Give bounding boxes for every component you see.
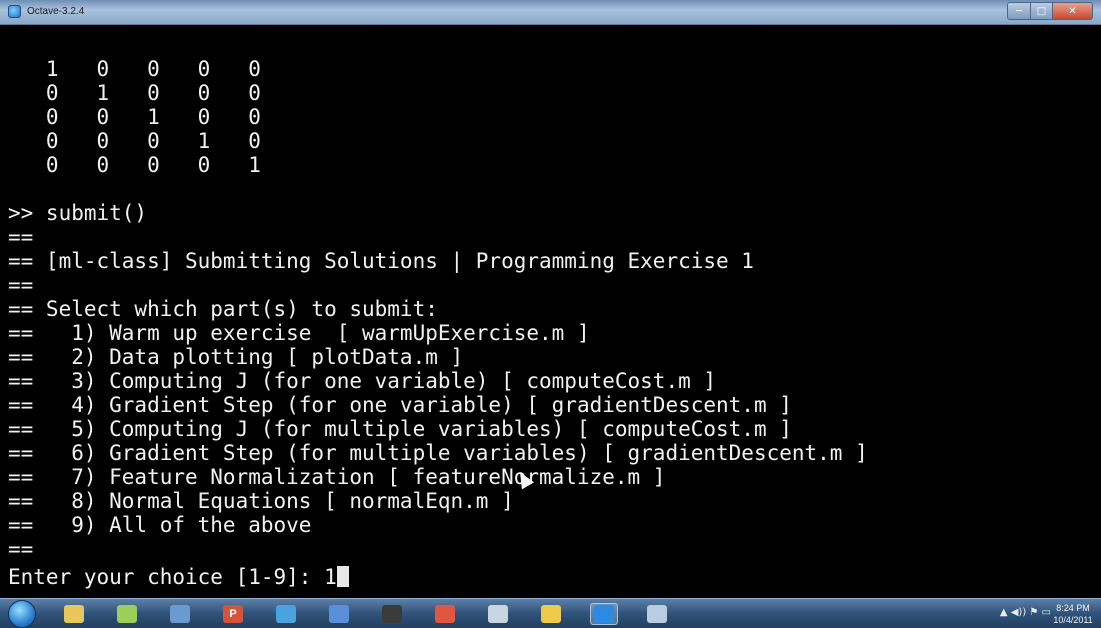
taskbar-explorer-folder-icon[interactable] [60, 603, 88, 625]
clock-time: 8:24 PM [1056, 603, 1090, 613]
powerpoint-icon: P [223, 605, 243, 623]
title-bar[interactable]: Octave-3.2.4 ─ □ ✕ [0, 0, 1101, 25]
terminal-line: == [ml-class] Submitting Solutions | Pro… [8, 249, 754, 273]
explorer-folder-icon [64, 605, 84, 623]
media-device-icon [382, 605, 402, 623]
start-button[interactable] [8, 600, 36, 628]
terminal-line: == 8) Normal Equations [ normalEqn.m ] [8, 489, 514, 513]
terminal-line: == 7) Feature Normalization [ featureNor… [8, 465, 666, 489]
terminal-line: 0 1 0 0 0 [8, 81, 261, 105]
system-tray[interactable]: ▲ ◀)) ⚑ ▭ [1000, 607, 1051, 618]
taskbar-window-icon[interactable] [643, 603, 671, 625]
minimize-button[interactable]: ─ [1007, 2, 1031, 20]
input-prompt-line: Enter your choice [1-9]: 1 [8, 565, 349, 589]
taskbar-webcam-icon[interactable] [484, 603, 512, 625]
paint-icon [170, 605, 190, 623]
notepad-icon [117, 605, 137, 623]
terminal-line: == 5) Computing J (for multiple variable… [8, 417, 792, 441]
terminal-line: == 3) Computing J (for one variable) [ c… [8, 369, 717, 393]
terminal-line: == [8, 225, 34, 249]
terminal-line: == [8, 537, 34, 561]
taskbar-notepad-icon[interactable] [113, 603, 141, 625]
taskbar-remote-desktop-icon[interactable] [325, 603, 353, 625]
octave-window: Octave-3.2.4 ─ □ ✕ 1 0 0 0 0 0 1 0 0 0 0… [0, 0, 1101, 628]
webcam-icon [488, 605, 508, 623]
text-cursor [336, 566, 349, 587]
window-controls: ─ □ ✕ [1007, 2, 1093, 20]
terminal-line: == 9) All of the above [8, 513, 312, 537]
taskbar-powerpoint-icon[interactable]: P [219, 603, 247, 625]
chrome-icon [435, 605, 455, 623]
windows-taskbar: ▲ ◀)) ⚑ ▭ 8:24 PM 10/4/2011 P [0, 598, 1101, 628]
terminal-line: == 2) Data plotting [ plotData.m ] [8, 345, 464, 369]
octave-app-icon [8, 5, 21, 18]
terminal-line: 0 0 0 0 1 [8, 153, 261, 177]
window-icon [647, 605, 667, 623]
close-button[interactable]: ✕ [1053, 2, 1093, 20]
taskbar-octave-icon[interactable] [590, 603, 618, 625]
remote-desktop-icon [329, 605, 349, 623]
maximize-button[interactable]: □ [1031, 2, 1053, 20]
terminal-line: 0 0 0 1 0 [8, 129, 261, 153]
network-icon [276, 605, 296, 623]
terminal-line: >> submit() [8, 201, 148, 225]
taskbar-paint-icon[interactable] [166, 603, 194, 625]
terminal-line: 1 0 0 0 0 [8, 57, 261, 81]
terminal-line: == 6) Gradient Step (for multiple variab… [8, 441, 868, 465]
terminal-line: == Select which part(s) to submit: [8, 297, 438, 321]
terminal-output[interactable]: 1 0 0 0 0 0 1 0 0 0 0 0 1 0 0 0 0 0 1 0 … [0, 25, 1101, 598]
system-clock[interactable]: 8:24 PM 10/4/2011 [1051, 602, 1095, 626]
terminal-line: == [8, 273, 34, 297]
python-icon [541, 605, 561, 623]
clock-date: 10/4/2011 [1053, 615, 1093, 625]
terminal-line: 0 0 1 0 0 [8, 105, 261, 129]
window-title: Octave-3.2.4 [27, 6, 85, 17]
terminal-line: == 1) Warm up exercise [ warmUpExercise.… [8, 321, 590, 345]
taskbar-python-icon[interactable] [537, 603, 565, 625]
taskbar-media-device-icon[interactable] [378, 603, 406, 625]
taskbar-network-icon[interactable] [272, 603, 300, 625]
taskbar-chrome-icon[interactable] [431, 603, 459, 625]
octave-icon [594, 605, 614, 623]
terminal-line: == 4) Gradient Step (for one variable) [… [8, 393, 792, 417]
